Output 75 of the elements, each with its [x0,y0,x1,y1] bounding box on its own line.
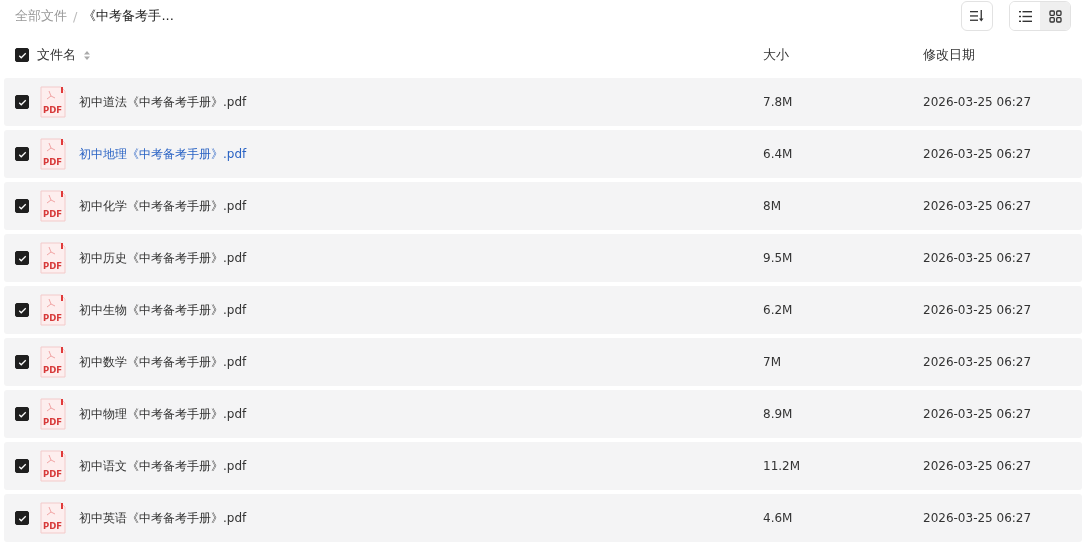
checkbox[interactable] [15,303,29,317]
grid-view-button[interactable] [1040,2,1070,30]
file-type-label: PDF [43,157,63,167]
checkbox[interactable] [15,48,29,62]
check-icon [17,50,27,60]
modified-date: 2026-03-25 06:27 [923,199,1032,213]
modified-date: 2026-03-25 06:27 [923,147,1032,161]
file-name[interactable]: 初中道法《中考备考手册》.pdf [79,93,247,111]
file-name[interactable]: 初中语文《中考备考手册》.pdf [79,457,247,475]
file-size: 8.9M [763,407,794,421]
checkbox[interactable] [15,355,29,369]
file-name[interactable]: 初中物理《中考备考手册》.pdf [79,405,247,423]
check-icon [17,409,27,419]
file-row[interactable]: PDF 初中地理《中考备考手册》.pdf 6.4M 2026-03-25 06:27 [4,130,1082,178]
file-name[interactable]: 初中生物《中考备考手册》.pdf [79,301,247,319]
file-type-label: PDF [43,417,63,427]
checkbox[interactable] [15,407,29,421]
file-name[interactable]: 初中地理《中考备考手册》.pdf [79,145,247,163]
file-row[interactable]: PDF 初中数学《中考备考手册》.pdf 7M 2026-03-25 06:27 [4,338,1082,386]
check-icon [17,305,27,315]
list-view-icon [1018,10,1032,22]
checkbox[interactable] [15,511,29,525]
checkbox[interactable] [15,251,29,265]
file-row[interactable]: PDF 初中道法《中考备考手册》.pdf 7.8M 2026-03-25 06:27 [4,78,1082,126]
file-row[interactable]: PDF 初中化学《中考备考手册》.pdf 8M 2026-03-25 06:27 [4,182,1082,230]
file-type-label: PDF [43,365,63,375]
check-icon [17,253,27,263]
check-icon [17,149,27,159]
column-header[interactable]: 大小 [763,46,923,64]
modified-date: 2026-03-25 06:27 [923,355,1032,369]
file-type-label: PDF [43,105,63,115]
sort-button[interactable] [961,1,993,31]
check-icon [17,201,27,211]
checkbox[interactable] [15,95,29,109]
breadcrumb-separator: / [73,8,78,24]
check-icon [17,357,27,367]
file-size: 4.6M [763,511,794,525]
file-row[interactable]: PDF 初中物理《中考备考手册》.pdf 8.9M 2026-03-25 06:27 [4,390,1082,438]
file-type-label: PDF [43,469,63,479]
file-size: 6.4M [763,147,794,161]
modified-date: 2026-03-25 06:27 [923,303,1032,317]
check-icon [17,513,27,523]
file-size: 7.8M [763,95,794,109]
file-size: 11.2M [763,459,802,473]
file-type-label: PDF [43,313,63,323]
file-size: 8M [763,199,782,213]
modified-date: 2026-03-25 06:27 [923,511,1032,525]
checkbox[interactable] [15,199,29,213]
sort-icon [970,10,984,22]
breadcrumb-link[interactable]: 《中考备考手... [83,7,174,25]
file-type-label: PDF [43,521,63,531]
check-icon [17,461,27,471]
file-type-label: PDF [43,209,63,219]
file-row[interactable]: PDF 初中英语《中考备考手册》.pdf 4.6M 2026-03-25 06:27 [4,494,1082,542]
checkbox[interactable] [15,459,29,473]
file-row[interactable]: PDF 初中生物《中考备考手册》.pdf 6.2M 2026-03-25 06:27 [4,286,1082,334]
modified-date: 2026-03-25 06:27 [923,251,1032,265]
column-header[interactable]: 修改日期 [923,46,975,64]
file-name[interactable]: 初中数学《中考备考手册》.pdf [79,353,247,371]
file-size: 7M [763,355,782,369]
grid-view-icon [1048,9,1062,23]
file-row[interactable]: PDF 初中历史《中考备考手册》.pdf 9.5M 2026-03-25 06:27 [4,234,1082,282]
file-type-label: PDF [43,261,63,271]
file-size: 9.5M [763,251,794,265]
file-size: 6.2M [763,303,794,317]
file-name[interactable]: 初中历史《中考备考手册》.pdf [79,249,247,267]
file-row[interactable]: PDF 初中语文《中考备考手册》.pdf 11.2M 2026-03-25 06:27 [4,442,1082,490]
checkbox[interactable] [15,147,29,161]
file-name[interactable]: 初中英语《中考备考手册》.pdf [79,509,247,527]
modified-date: 2026-03-25 06:27 [923,95,1032,109]
modified-date: 2026-03-25 06:27 [923,459,1032,473]
modified-date: 2026-03-25 06:27 [923,407,1032,421]
column-header[interactable]: 文件名 [37,46,76,64]
check-icon [17,97,27,107]
file-name[interactable]: 初中化学《中考备考手册》.pdf [79,197,247,215]
